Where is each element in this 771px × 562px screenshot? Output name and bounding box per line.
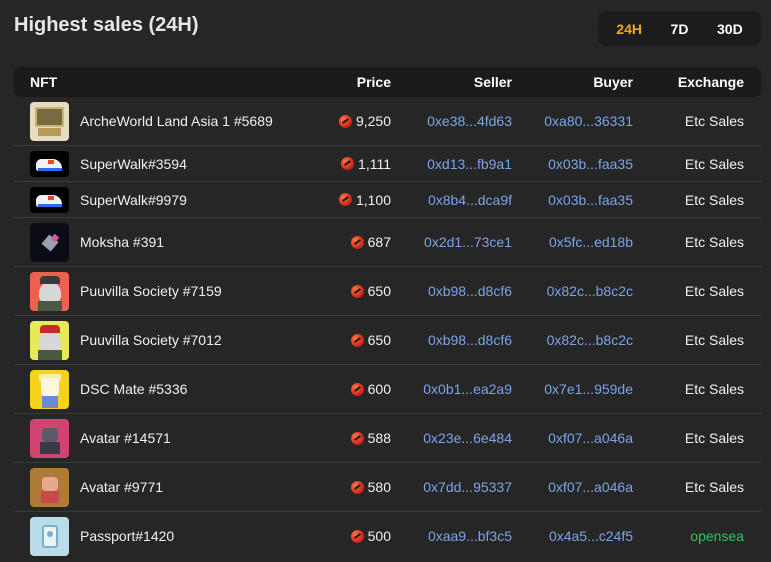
column-header-nft: NFT: [30, 74, 58, 90]
nft-thumbnail[interactable]: [30, 150, 69, 177]
nft-thumbnail[interactable]: [30, 186, 69, 213]
token-icon: [338, 193, 352, 206]
price-value: 600: [367, 381, 391, 397]
nft-thumbnail[interactable]: [30, 320, 69, 360]
table-row[interactable]: ArcheWorld Land Asia 1 #5689 9,250 0xe38…: [14, 97, 761, 146]
exchange-name: Etc Sales: [684, 155, 744, 172]
nft-thumbnail[interactable]: [30, 418, 69, 458]
price-value: 500: [367, 528, 391, 544]
buyer-address[interactable]: 0x4a5...c24f5: [549, 528, 633, 544]
seller-address[interactable]: 0xe38...4fd63: [427, 113, 512, 129]
exchange-name: Etc Sales: [684, 381, 744, 397]
exchange-name: Etc Sales: [684, 479, 744, 495]
buyer-address[interactable]: 0xf07...a046a: [548, 479, 633, 495]
token-icon: [350, 333, 364, 347]
buyer-address[interactable]: 0x03b...faa35: [548, 192, 633, 208]
sales-table: NFT Price Seller Buyer Exchange ArcheWor…: [14, 67, 761, 560]
table-row[interactable]: SuperWalk#9979 1,100 0x8b4...dca9f 0x03b…: [14, 182, 761, 218]
exchange-name: Etc Sales: [684, 113, 744, 129]
tab-30d[interactable]: 30D: [709, 17, 751, 41]
price-value: 650: [367, 283, 391, 299]
seller-address[interactable]: 0x2d1...73ce1: [424, 234, 512, 250]
nft-name[interactable]: Avatar #14571: [80, 430, 171, 446]
table-row[interactable]: SuperWalk#3594 1,111 0xd13...fb9a1 0x03b…: [14, 146, 761, 182]
token-icon: [350, 529, 364, 543]
page-title: Highest sales (24H): [14, 14, 199, 36]
seller-address[interactable]: 0xaa9...bf3c5: [428, 528, 512, 544]
buyer-address[interactable]: 0x7e1...959de: [544, 381, 633, 397]
exchange-name: Etc Sales: [684, 283, 744, 299]
nft-name[interactable]: DSC Mate #5336: [80, 381, 187, 397]
tab-7d[interactable]: 7D: [663, 17, 697, 41]
buyer-address[interactable]: 0xa80...36331: [544, 113, 633, 129]
seller-address[interactable]: 0x23e...6e484: [423, 430, 512, 446]
nft-thumbnail[interactable]: [30, 369, 69, 409]
table-row[interactable]: Puuvilla Society #7159 650 0xb98...d8cf6…: [14, 267, 761, 316]
nft-name[interactable]: SuperWalk#9979: [80, 192, 187, 208]
table-row[interactable]: Avatar #14571 588 0x23e...6e484 0xf07...…: [14, 414, 761, 463]
price-value: 650: [367, 332, 391, 348]
price-value: 1,111: [358, 155, 391, 172]
seller-address[interactable]: 0x0b1...ea2a9: [423, 381, 512, 397]
token-icon: [341, 157, 355, 170]
nft-name[interactable]: ArcheWorld Land Asia 1 #5689: [80, 113, 273, 129]
table-row[interactable]: Passport#1420 500 0xaa9...bf3c5 0x4a5...…: [14, 512, 761, 560]
buyer-address[interactable]: 0x03b...faa35: [548, 156, 633, 172]
token-icon: [350, 235, 364, 249]
column-header-price: Price: [356, 74, 391, 90]
exchange-name: Etc Sales: [684, 332, 744, 348]
price-value: 687: [367, 234, 391, 250]
token-icon: [350, 431, 364, 445]
buyer-address[interactable]: 0xf07...a046a: [548, 430, 633, 446]
price-value: 588: [367, 430, 391, 446]
token-icon: [350, 284, 364, 298]
exchange-name: Etc Sales: [684, 191, 744, 208]
tab-24h[interactable]: 24H: [608, 17, 650, 41]
seller-address[interactable]: 0x7dd...95337: [423, 479, 512, 495]
nft-name[interactable]: Puuvilla Society #7159: [80, 283, 222, 299]
nft-thumbnail[interactable]: [30, 271, 69, 311]
buyer-address[interactable]: 0x82c...b8c2c: [547, 332, 633, 348]
nft-name[interactable]: Moksha #391: [80, 234, 164, 250]
exchange-name[interactable]: opensea: [690, 528, 744, 544]
nft-name[interactable]: Avatar #9771: [80, 479, 163, 495]
nft-thumbnail[interactable]: [30, 467, 69, 507]
nft-name[interactable]: Puuvilla Society #7012: [80, 332, 222, 348]
time-range-tabs: 24H 7D 30D: [598, 11, 761, 46]
token-icon: [350, 480, 364, 494]
price-value: 9,250: [355, 113, 391, 129]
exchange-name: Etc Sales: [684, 234, 744, 250]
column-header-buyer: Buyer: [593, 74, 633, 90]
table-header: NFT Price Seller Buyer Exchange: [14, 67, 761, 97]
table-row[interactable]: Avatar #9771 580 0x7dd...95337 0xf07...a…: [14, 463, 761, 512]
nft-name[interactable]: SuperWalk#3594: [80, 156, 187, 172]
price-value: 1,100: [355, 191, 391, 208]
exchange-name: Etc Sales: [684, 430, 744, 446]
nft-thumbnail[interactable]: [30, 101, 69, 141]
column-header-exchange: Exchange: [677, 74, 744, 90]
buyer-address[interactable]: 0x82c...b8c2c: [547, 283, 633, 299]
nft-name[interactable]: Passport#1420: [80, 528, 174, 544]
seller-address[interactable]: 0xd13...fb9a1: [427, 156, 512, 172]
token-icon: [338, 114, 352, 128]
seller-address[interactable]: 0xb98...d8cf6: [428, 283, 512, 299]
price-value: 580: [367, 479, 391, 495]
table-row[interactable]: Moksha #391 687 0x2d1...73ce1 0x5fc...ed…: [14, 218, 761, 267]
column-header-seller: Seller: [473, 74, 512, 90]
table-row[interactable]: DSC Mate #5336 600 0x0b1...ea2a9 0x7e1..…: [14, 365, 761, 414]
seller-address[interactable]: 0x8b4...dca9f: [428, 192, 512, 208]
token-icon: [350, 382, 364, 396]
nft-thumbnail[interactable]: [30, 222, 69, 262]
seller-address[interactable]: 0xb98...d8cf6: [428, 332, 512, 348]
nft-thumbnail[interactable]: [30, 516, 69, 556]
table-row[interactable]: Puuvilla Society #7012 650 0xb98...d8cf6…: [14, 316, 761, 365]
buyer-address[interactable]: 0x5fc...ed18b: [549, 234, 633, 250]
